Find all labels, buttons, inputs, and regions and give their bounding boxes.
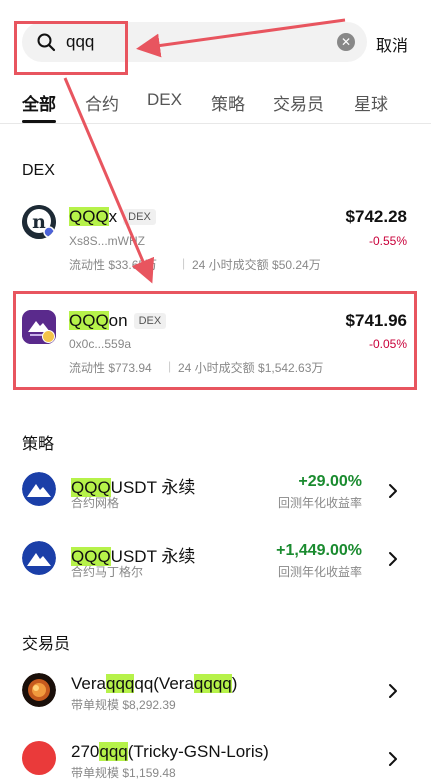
token-name: QQQx DEX <box>69 207 156 227</box>
tab-planet[interactable]: 星球 <box>354 90 388 115</box>
annotation-box-qqqon <box>13 291 417 390</box>
qqq-strategy-icon <box>22 541 56 575</box>
name-rest: USDT 永续 <box>110 478 196 497</box>
name-highlight: qqq <box>99 742 128 761</box>
tab-traders[interactable]: 交易员 <box>273 90 324 115</box>
tab-dex[interactable]: DEX <box>147 90 182 110</box>
clear-icon[interactable]: ✕ <box>337 33 355 51</box>
copy-trade-size: 带单规模 $8,292.39 <box>71 698 176 712</box>
strategy-type: 合约网格 <box>71 496 120 510</box>
name-highlight: qqqq <box>193 674 232 693</box>
name-highlight: QQQ <box>69 207 109 226</box>
name-part: (Tricky-GSN-Loris) <box>127 742 269 761</box>
section-title-dex: DEX <box>22 162 55 179</box>
name-part: ) <box>231 674 238 693</box>
price-change: -0.55% <box>368 234 407 248</box>
category-tabs: 全部 合约 DEX 策略 交易员 星球 <box>0 86 431 124</box>
token-price: $742.28 <box>345 207 407 226</box>
active-tab-indicator <box>22 120 56 123</box>
cancel-button[interactable]: 取消 <box>376 32 408 56</box>
name-part: Vera <box>71 674 106 693</box>
return-label: 回测年化收益率 <box>277 496 362 510</box>
tab-all[interactable]: 全部 <box>22 90 56 115</box>
trader-avatar <box>22 673 56 707</box>
qqq-strategy-icon <box>22 472 56 506</box>
section-title-traders: 交易员 <box>22 636 71 653</box>
strategy-type: 合约马丁格尔 <box>71 565 144 579</box>
annotation-box-search <box>14 21 128 75</box>
qqqx-token-icon: n <box>22 205 56 239</box>
return-label: 回测年化收益率 <box>277 565 362 579</box>
chevron-right-icon <box>389 684 397 698</box>
strategy-return: +29.00% <box>298 473 362 490</box>
name-part: 270 <box>71 742 100 761</box>
trader-name: Veraqqqqq(Veraqqqq) <box>71 674 237 694</box>
trader-avatar <box>22 741 56 775</box>
tab-strategy[interactable]: 策略 <box>211 90 245 115</box>
name-highlight: qqq <box>105 674 135 693</box>
strategy-return: +1,449.00% <box>276 542 362 559</box>
dex-badge: DEX <box>123 209 156 225</box>
copy-trade-size: 带单规模 $1,159.48 <box>71 766 176 779</box>
liquidity-text: 流动性 $33.65万 <box>69 258 158 272</box>
volume-text: 24 小时成交额 $50.24万 <box>192 258 321 272</box>
name-rest: x <box>108 207 118 226</box>
name-part: qq(Vera <box>134 674 194 693</box>
tab-futures[interactable]: 合约 <box>85 90 119 115</box>
divider: | <box>182 256 186 270</box>
chevron-right-icon <box>389 552 397 566</box>
section-title-strategy: 策略 <box>22 436 55 453</box>
token-address: Xs8S...mWHZ <box>69 234 146 248</box>
trader-name: 270qqq(Tricky-GSN-Loris) <box>71 742 269 762</box>
chevron-right-icon <box>389 752 397 766</box>
chevron-right-icon <box>389 484 397 498</box>
